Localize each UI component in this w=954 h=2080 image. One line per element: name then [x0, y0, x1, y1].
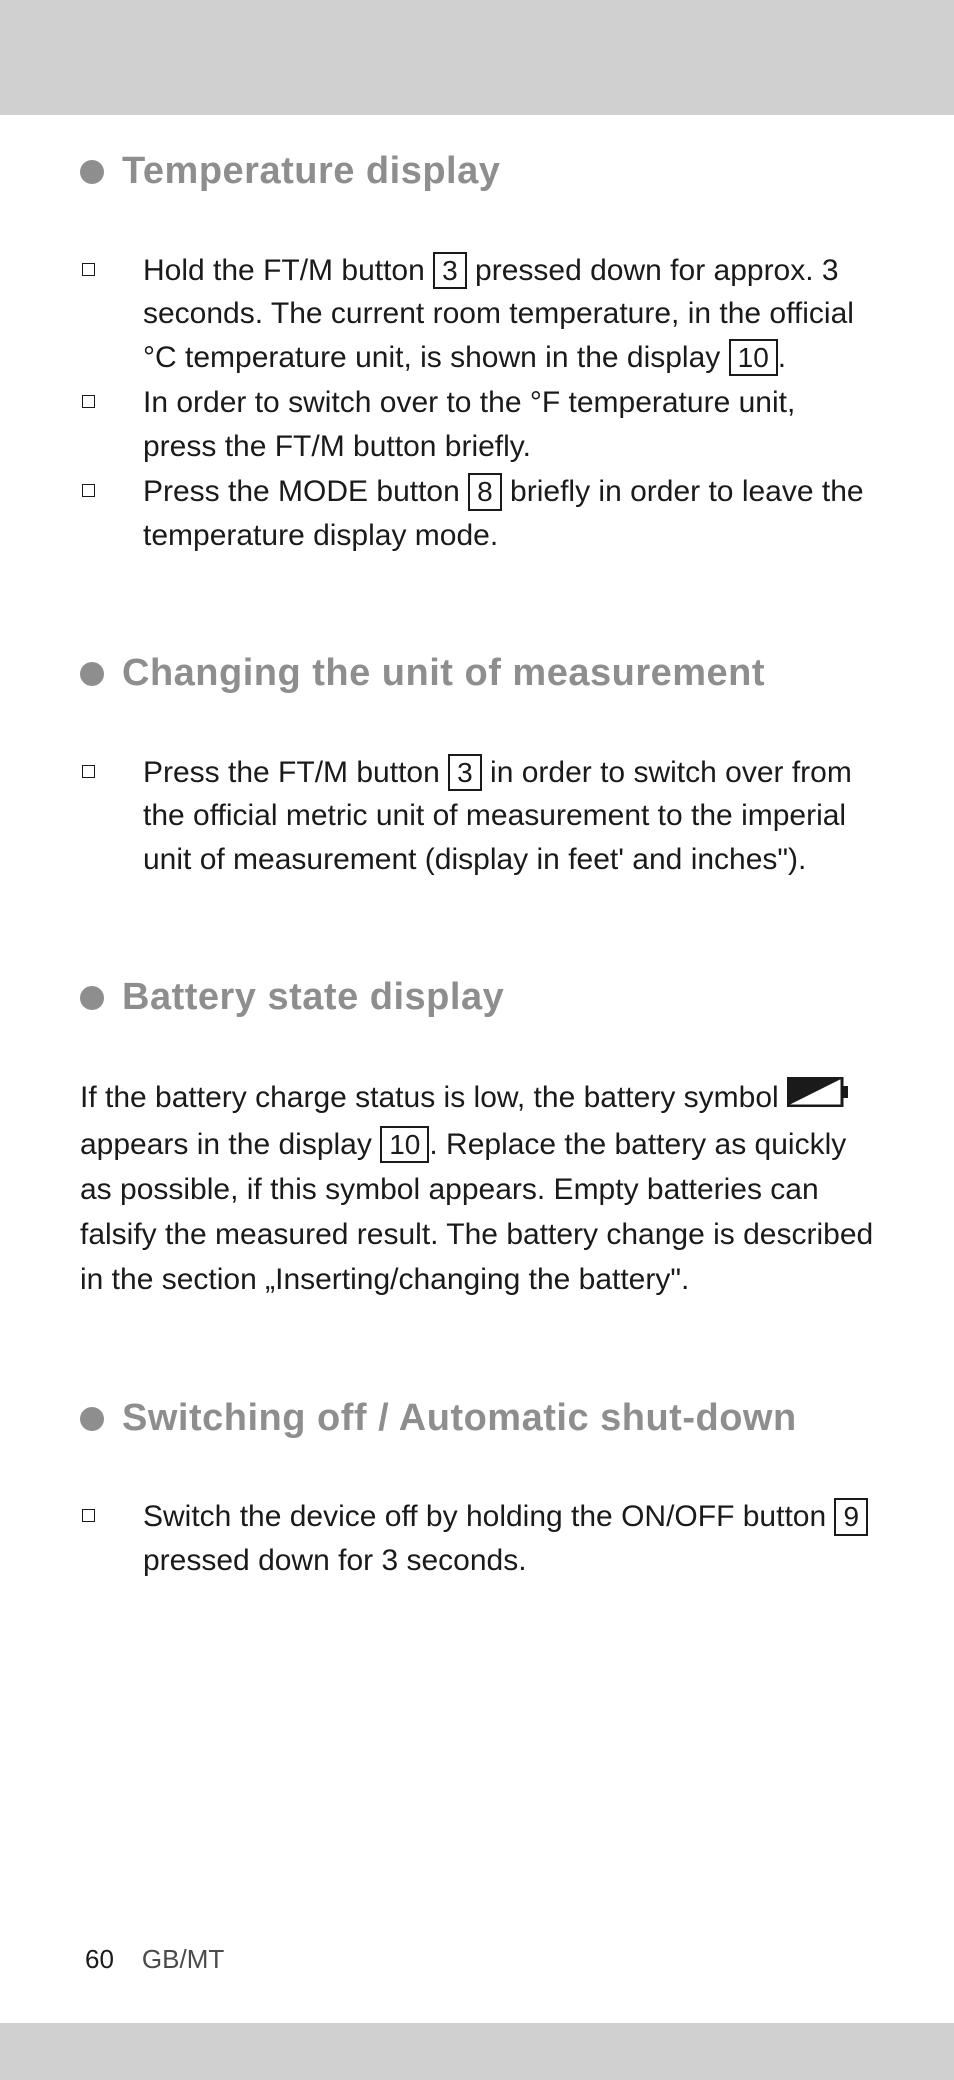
body-text: . [778, 341, 786, 374]
section-paragraph: If the battery charge status is low, the… [80, 1075, 874, 1302]
checkbox-bullet-icon [82, 395, 95, 408]
keycap-ref: 10 [380, 1126, 429, 1164]
bullet-disc-icon [80, 1407, 104, 1431]
section-title: Battery state display [122, 976, 504, 1020]
keycap-ref: 8 [468, 473, 502, 511]
section-header: Battery state display [80, 976, 874, 1020]
keycap-ref: 9 [834, 1498, 868, 1536]
manual-page: Temperature display Hold the FT/M button … [0, 0, 954, 2080]
instruction-step: Press the FT/M button 3 in order to swit… [80, 751, 874, 882]
body-text: Press the MODE button [143, 475, 468, 508]
instruction-step: Hold the FT/M button 3 pressed down for … [80, 249, 874, 380]
keycap-ref: 3 [448, 754, 482, 792]
section-header: Switching off / Automatic shut-down [80, 1397, 874, 1441]
bullet-disc-icon [80, 986, 104, 1010]
instruction-step: Press the MODE button 8 briefly in order… [80, 470, 874, 557]
content-area: Temperature display Hold the FT/M button … [80, 150, 874, 1582]
checkbox-bullet-icon [82, 263, 95, 276]
section-header: Temperature display [80, 150, 874, 194]
step-text: In order to switch over to the °F temper… [143, 381, 874, 468]
checkbox-bullet-icon [82, 484, 95, 497]
top-margin [0, 0, 954, 115]
bullet-disc-icon [80, 662, 104, 686]
locale-label: GB/MT [142, 1944, 224, 1975]
body-text: Switch the device off by holding the ON/… [143, 1500, 834, 1533]
step-text: Hold the FT/M button 3 pressed down for … [143, 249, 874, 380]
bottom-margin [0, 2023, 954, 2080]
checkbox-bullet-icon [82, 765, 95, 778]
page-number: 60 [85, 1944, 114, 1975]
instruction-step: Switch the device off by holding the ON/… [80, 1495, 874, 1582]
section: Battery state display If the battery char… [80, 976, 874, 1301]
section: Changing the unit of measurement Press th… [80, 652, 874, 881]
section: Switching off / Automatic shut-down Switc… [80, 1397, 874, 1583]
keycap-ref: 10 [729, 339, 778, 377]
section-header: Changing the unit of measurement [80, 652, 874, 696]
checkbox-bullet-icon [82, 1509, 95, 1522]
section-title: Temperature display [122, 150, 500, 194]
body-text: Press the FT/M button [143, 756, 448, 789]
bullet-disc-icon [80, 160, 104, 184]
battery-low-icon [787, 1075, 849, 1120]
keycap-ref: 3 [433, 252, 467, 290]
instruction-step: In order to switch over to the °F temper… [80, 381, 874, 468]
section-title: Changing the unit of measurement [122, 652, 765, 696]
body-text: If the battery charge status is low, the… [80, 1081, 787, 1114]
step-text: Press the FT/M button 3 in order to swit… [143, 751, 874, 882]
body-text: appears in the display [80, 1128, 380, 1161]
step-text: Switch the device off by holding the ON/… [143, 1495, 874, 1582]
section-title: Switching off / Automatic shut-down [122, 1397, 797, 1441]
section: Temperature display Hold the FT/M button … [80, 150, 874, 557]
step-text: Press the MODE button 8 briefly in order… [143, 470, 874, 557]
body-text: pressed down for 3 seconds. [143, 1544, 527, 1577]
body-text: In order to switch over to the °F temper… [143, 386, 795, 463]
body-text: Hold the FT/M button [143, 254, 433, 287]
page-footer: 60 GB/MT [85, 1944, 224, 1975]
